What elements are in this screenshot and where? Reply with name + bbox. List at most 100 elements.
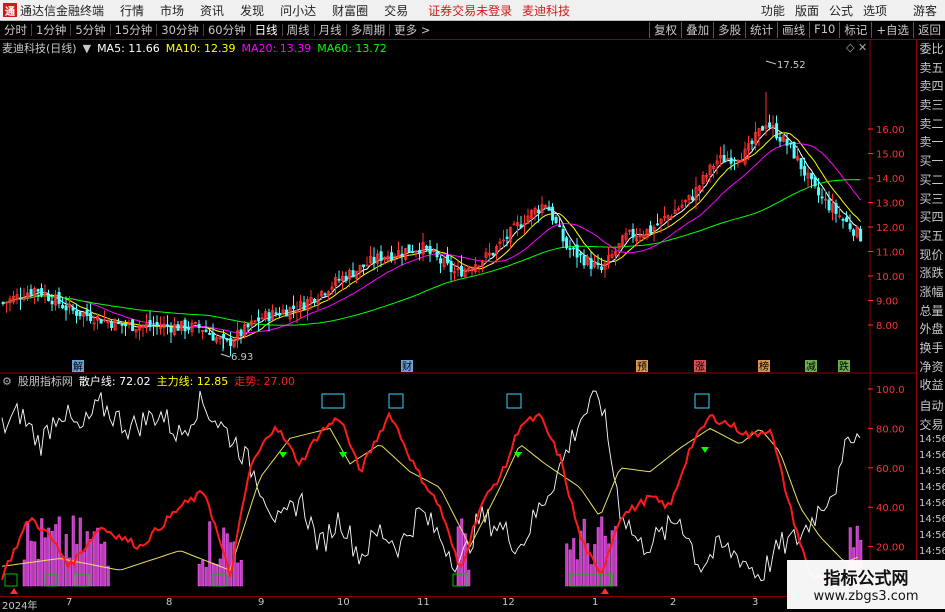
guest-user[interactable]: 游客 bbox=[913, 2, 937, 19]
side-item[interactable]: 交易 bbox=[917, 416, 945, 435]
candle-body bbox=[446, 254, 450, 264]
menu-item-news[interactable]: 资讯 bbox=[200, 2, 224, 19]
menu-function[interactable]: 功能 bbox=[761, 2, 785, 19]
y-tick-label: 80.00 bbox=[876, 424, 905, 435]
btn-adjust[interactable]: 复权 bbox=[649, 22, 681, 38]
side-item[interactable]: 涨跌 bbox=[917, 264, 945, 283]
candle-body bbox=[820, 196, 824, 199]
candle-body bbox=[379, 251, 383, 261]
panel-settings-icon[interactable]: ◇ ✕ bbox=[846, 41, 867, 54]
side-item[interactable]: 现价 bbox=[917, 246, 945, 265]
btn-draw[interactable]: 画线 bbox=[777, 22, 809, 38]
candle-body bbox=[57, 292, 61, 304]
side-item[interactable]: 涨幅 bbox=[917, 283, 945, 302]
indicator-bar bbox=[197, 563, 201, 587]
indicator-gear-icon[interactable]: ⚙ bbox=[2, 375, 12, 388]
menu-layout[interactable]: 版面 bbox=[795, 2, 819, 19]
period-5min[interactable]: 5分钟 bbox=[71, 22, 109, 38]
side-item[interactable]: 卖三 bbox=[917, 96, 945, 115]
btn-overlay[interactable]: 叠加 bbox=[681, 22, 713, 38]
tick-time: 14:56 bbox=[919, 482, 945, 494]
side-item[interactable]: 卖四 bbox=[917, 77, 945, 96]
period-30min[interactable]: 30分钟 bbox=[157, 22, 203, 38]
period-1min[interactable]: 1分钟 bbox=[32, 22, 70, 38]
menu-options[interactable]: 选项 bbox=[863, 2, 887, 19]
candle-body bbox=[246, 323, 250, 328]
btn-multi-stock[interactable]: 多股 bbox=[713, 22, 745, 38]
btn-back[interactable]: 返回 bbox=[913, 22, 945, 38]
ma5-value: MA5: 11.66 bbox=[97, 41, 160, 55]
indicator-bar bbox=[106, 565, 110, 587]
date-tick: 8 bbox=[166, 597, 173, 608]
tick-time: 14:56 bbox=[919, 530, 945, 542]
candle-body bbox=[229, 338, 233, 347]
indicator-bar bbox=[40, 518, 44, 587]
side-item[interactable]: 总量 bbox=[917, 302, 945, 321]
period-more[interactable]: 更多 > bbox=[390, 22, 434, 38]
period-multi[interactable]: 多周期 bbox=[347, 22, 390, 38]
side-item[interactable]: 净资 bbox=[917, 358, 945, 377]
candle-body bbox=[117, 322, 121, 325]
candle-body bbox=[267, 312, 271, 322]
btn-mark[interactable]: 标记 bbox=[839, 22, 871, 38]
indicator-bar bbox=[208, 521, 212, 587]
candle-body bbox=[589, 258, 593, 269]
menu-item-trade[interactable]: 交易 bbox=[384, 2, 408, 19]
side-item[interactable]: 买三 bbox=[917, 190, 945, 209]
period-intraday[interactable]: 分时 bbox=[0, 22, 31, 38]
candle-body bbox=[323, 293, 327, 296]
event-marker-label: 涨 bbox=[695, 361, 705, 373]
period-15min[interactable]: 15分钟 bbox=[111, 22, 157, 38]
indicator-info-line: ⚙ 股朋指标网 散户线: 72.02 主力线: 12.85 走势: 27.00 bbox=[2, 373, 301, 389]
side-item[interactable]: 买二 bbox=[917, 171, 945, 190]
candlesticks bbox=[1, 91, 863, 357]
date-tick: 7 bbox=[66, 597, 73, 608]
side-item[interactable]: 收益 bbox=[917, 376, 945, 395]
menu-item-discover[interactable]: 发现 bbox=[240, 2, 264, 19]
side-item[interactable]: 卖二 bbox=[917, 115, 945, 134]
event-marker-label: 减 bbox=[806, 361, 816, 373]
menu-item-market[interactable]: 市场 bbox=[160, 2, 184, 19]
period-60min[interactable]: 60分钟 bbox=[204, 22, 250, 38]
side-item[interactable]: 委比 bbox=[917, 40, 945, 59]
side-item[interactable]: 自动 bbox=[917, 397, 945, 416]
collapse-icon[interactable]: ▼ bbox=[83, 42, 91, 55]
side-item[interactable]: 换手 bbox=[917, 339, 945, 358]
btn-f10[interactable]: F10 bbox=[809, 22, 839, 38]
menu-formula[interactable]: 公式 bbox=[829, 2, 853, 19]
side-item[interactable]: 卖一 bbox=[917, 133, 945, 152]
indicator-y-axis: 100.0 80.00 60.00 40.00 20.00 bbox=[868, 385, 905, 554]
btn-stats[interactable]: 统计 bbox=[745, 22, 777, 38]
period-monthly[interactable]: 月线 bbox=[315, 22, 346, 38]
candle-body bbox=[519, 224, 523, 228]
side-item[interactable]: 买四 bbox=[917, 208, 945, 227]
candle-body bbox=[579, 253, 583, 256]
price-chart[interactable]: 16.00 15.00 14.00 13.00 12.00 11.00 10.00 9.00 8… bbox=[0, 40, 916, 596]
indicator-plot bbox=[1, 390, 863, 594]
ma20-value: MA20: 13.39 bbox=[241, 41, 312, 55]
indicator-bar bbox=[589, 564, 593, 587]
menu-item-ask[interactable]: 问小达 bbox=[280, 2, 316, 19]
side-item[interactable]: 买一 bbox=[917, 152, 945, 171]
period-daily[interactable]: 日线 bbox=[251, 22, 282, 38]
signal-box bbox=[4, 573, 18, 587]
menu-item-quotes[interactable]: 行情 bbox=[120, 2, 144, 19]
side-item[interactable]: 外盘 bbox=[917, 320, 945, 339]
trend-value: 走势: 27.00 bbox=[234, 375, 295, 388]
candle-body bbox=[537, 209, 541, 214]
side-item[interactable]: 卖五 bbox=[917, 59, 945, 78]
menu-item-wealth[interactable]: 财富圈 bbox=[332, 2, 368, 19]
candle-body bbox=[859, 228, 863, 242]
y-tick-label: 100.0 bbox=[876, 385, 905, 396]
btn-add-watchlist[interactable]: +自选 bbox=[871, 22, 913, 38]
side-item[interactable]: 买五 bbox=[917, 227, 945, 246]
login-status[interactable]: 证券交易未登录 bbox=[428, 2, 512, 19]
high-price-label: 17.52 bbox=[777, 60, 806, 71]
candle-body bbox=[656, 223, 660, 226]
candle-body bbox=[344, 275, 348, 281]
indicator-bar bbox=[33, 541, 37, 587]
candle-body bbox=[169, 326, 173, 333]
buy-arrow-icon bbox=[601, 588, 609, 594]
candle-body bbox=[491, 252, 495, 256]
period-weekly[interactable]: 周线 bbox=[283, 22, 314, 38]
